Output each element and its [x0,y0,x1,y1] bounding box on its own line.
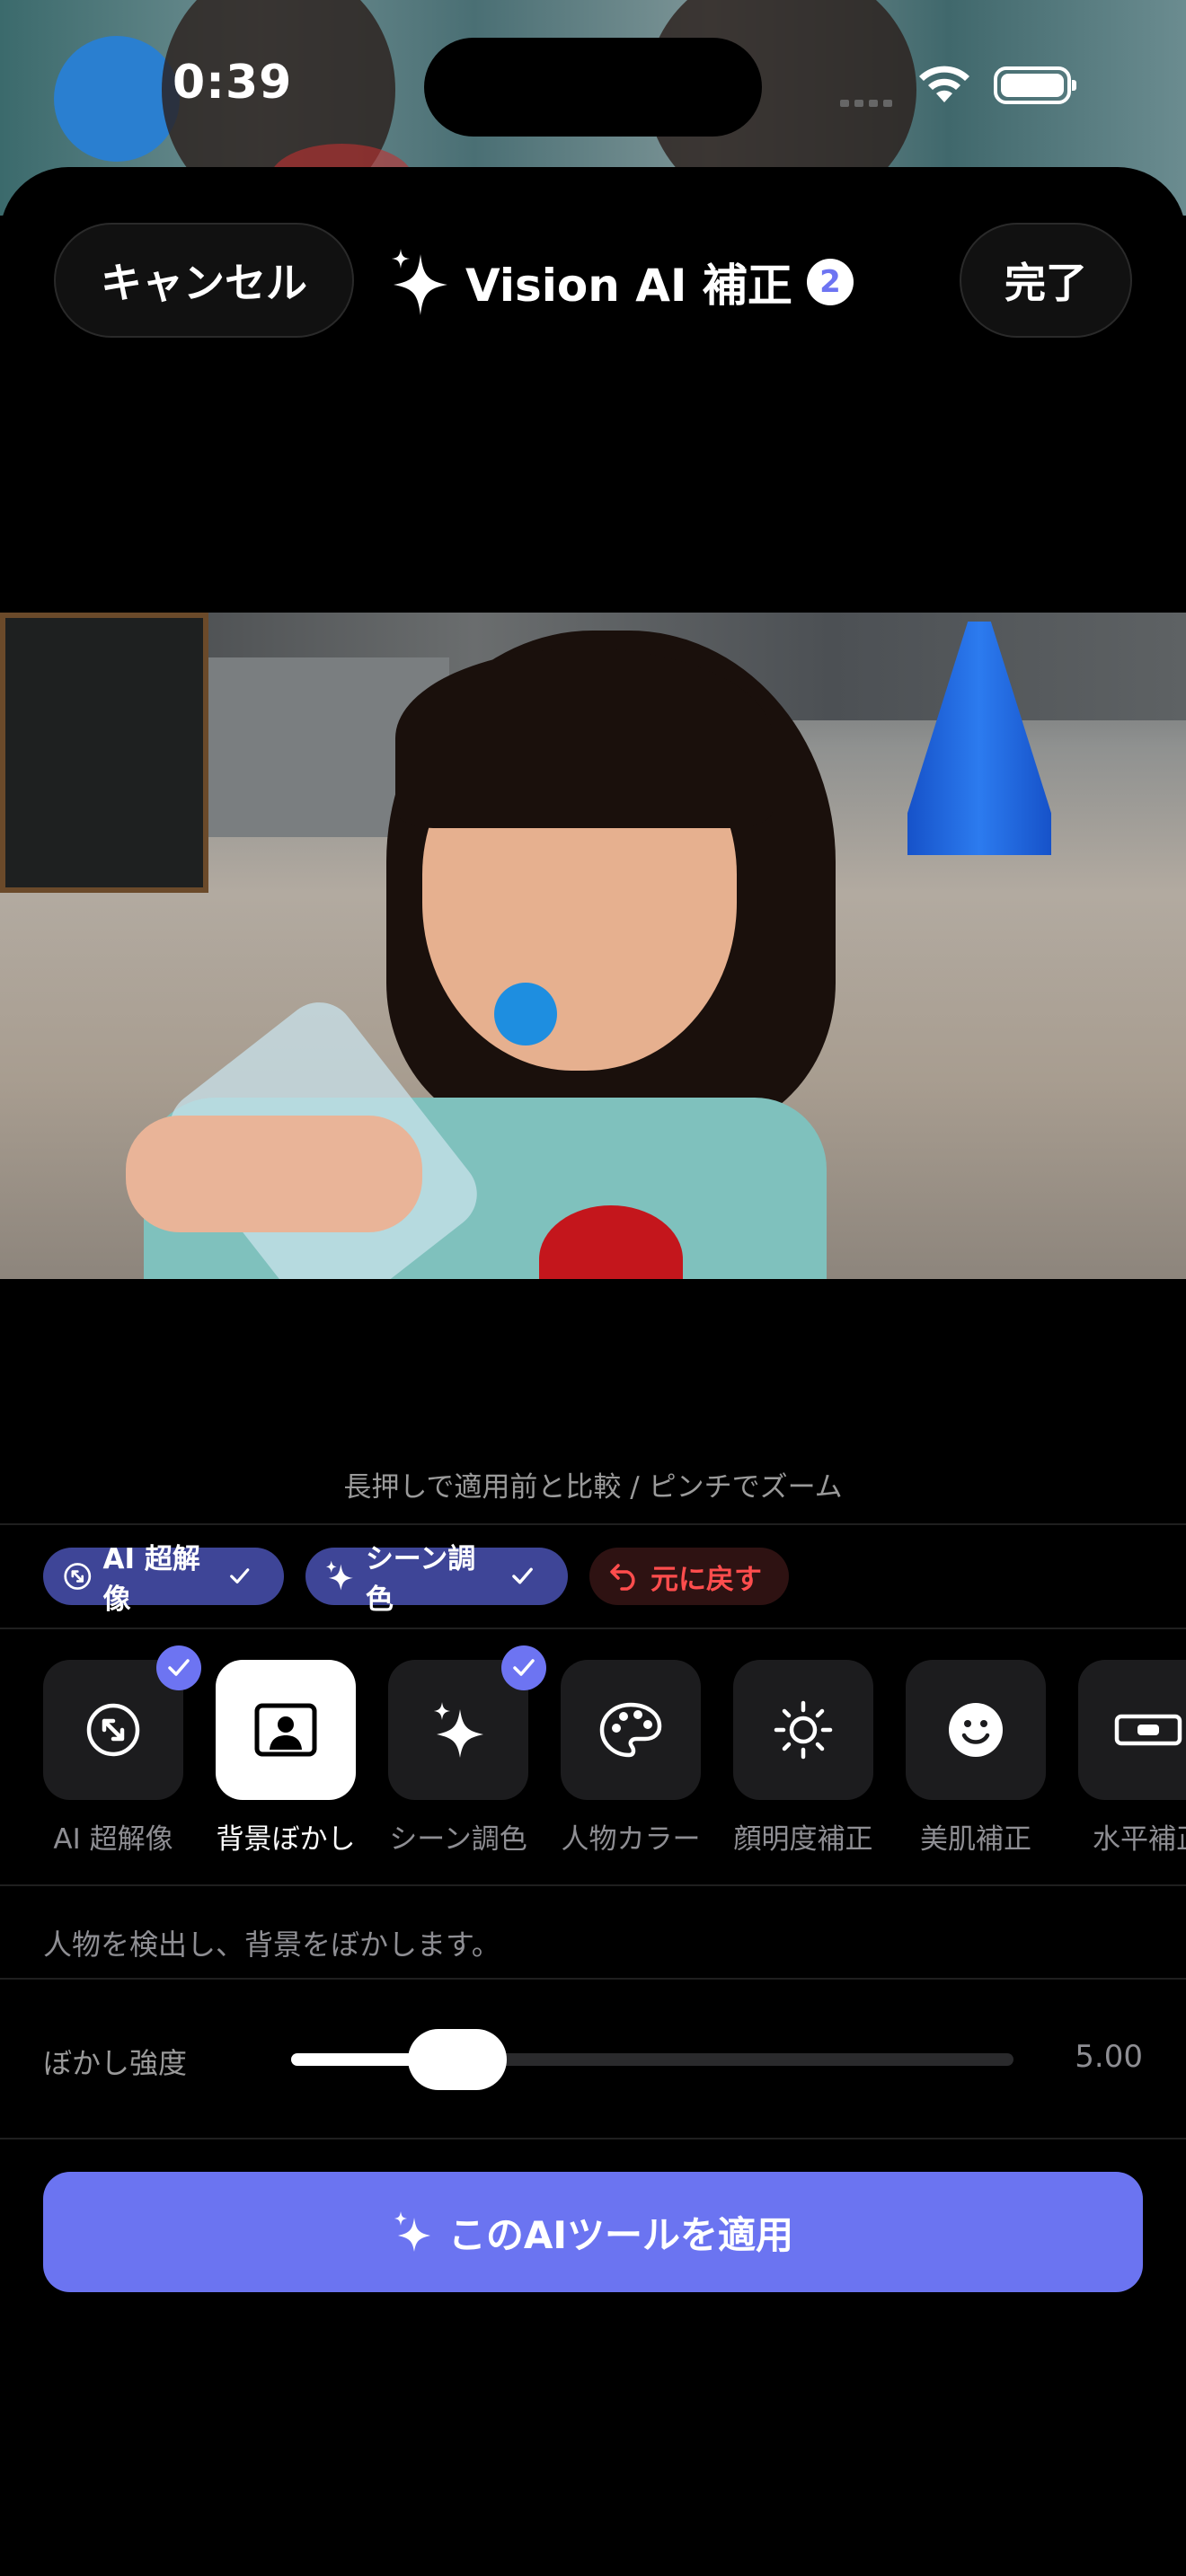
tool-label: 背景ぼかし [216,1823,356,1856]
cancel-button[interactable]: キャンセル [54,223,354,338]
divider [0,1523,1186,1525]
sparkle-icon [325,1560,353,1591]
undo-icon [610,1564,635,1591]
tool-face-brightness[interactable] [733,1660,873,1800]
page-title: Vision AI 補正 2 [390,243,854,322]
status-time: 0:39 [173,56,293,110]
tool-label: 顔明度補正 [733,1823,873,1856]
checkmark-icon [513,1659,535,1676]
divider [0,1628,1186,1629]
cellular-signal-icon [840,93,898,110]
slider-label: ぼかし強度 [43,2046,188,2080]
blur-strength-slider[interactable] [291,2053,1013,2066]
level-icon [1114,1714,1182,1746]
sparkle-icon [392,249,447,315]
undo-button[interactable]: 元に戻す [589,1548,789,1605]
divider [0,2138,1186,2139]
hint-text: 長押しで適用前と比較 / ピンチでズーム [343,1471,843,1504]
tool-skin-smoothing[interactable] [906,1660,1046,1800]
tool-label: AI 超解像 [53,1823,173,1856]
tool-label: 水平補正 [1093,1823,1186,1856]
sun-icon [774,1700,833,1760]
checkmark-icon [512,1567,533,1584]
tool-label: 美肌補正 [920,1823,1031,1856]
apply-label: このAIツールを適用 [447,2212,794,2257]
upscale-icon [64,1563,92,1590]
tool-description: 人物を検出し、背景をぼかします。 [43,1928,500,1962]
dynamic-island [424,38,762,137]
upscale-icon [86,1703,140,1757]
tool-background-blur[interactable] [216,1660,356,1800]
applied-check-badge [156,1645,201,1690]
chip-label: 元に戻す [651,1563,762,1596]
sparkle-icon [434,1702,483,1758]
checkmark-icon [229,1568,249,1584]
chip-scene-color[interactable]: シーン調色 [305,1543,568,1616]
done-button[interactable]: 完了 [960,223,1132,338]
apply-ai-tool-button[interactable]: このAIツールを適用 [43,2172,1143,2292]
tool-label: 人物カラー [561,1823,701,1856]
applied-check-badge [501,1645,546,1690]
smiley-icon [949,1703,1003,1757]
palette-icon [599,1702,662,1758]
checkmark-icon [168,1659,190,1676]
portrait-icon [254,1703,317,1757]
divider [0,1978,1186,1980]
count-badge: 2 [806,259,854,305]
chip-ai-upscale[interactable]: AI 超解像 [43,1543,284,1616]
tool-horizon-correction[interactable] [1078,1660,1186,1800]
tool-person-color[interactable] [561,1660,701,1800]
divider [0,1884,1186,1886]
battery-icon [994,66,1076,104]
photo-preview[interactable] [0,613,1186,1279]
chip-label: シーン調色 [365,1543,476,1616]
tool-label: シーン調色 [389,1823,527,1856]
chip-label: AI 超解像 [102,1543,200,1616]
slider-thumb[interactable] [407,2029,507,2090]
wifi-icon [919,66,969,102]
slider-value: 5.00 [1075,2039,1143,2075]
title-text: Vision AI 補正 [465,260,792,312]
sparkle-icon [394,2211,430,2252]
